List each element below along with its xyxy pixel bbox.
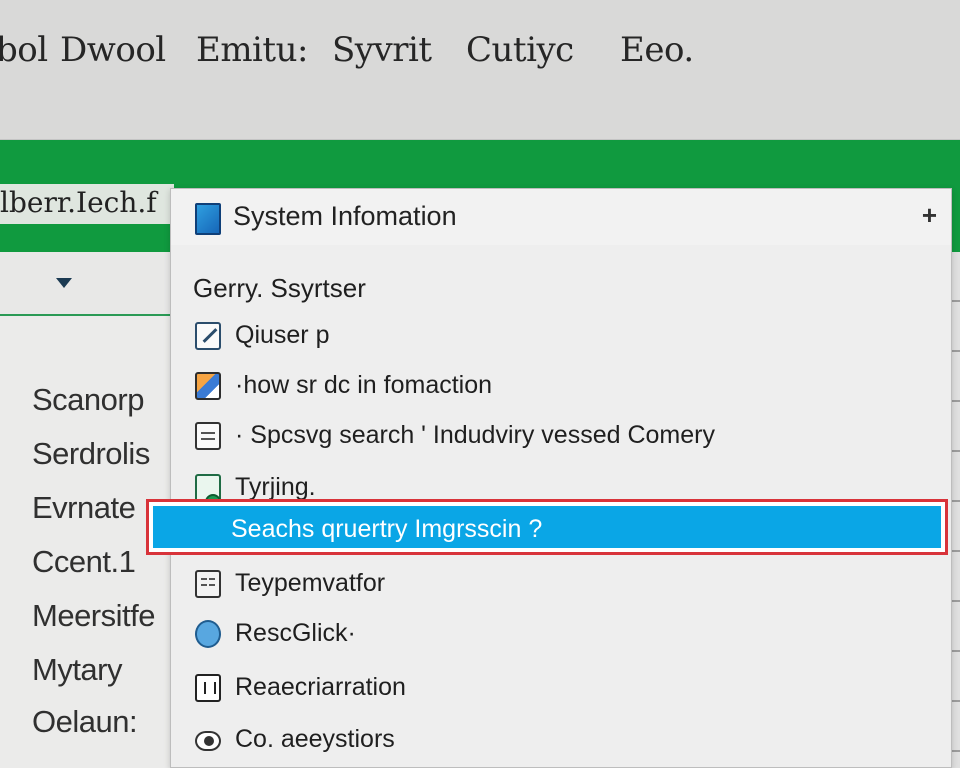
add-icon[interactable]: + — [922, 199, 937, 231]
highlighted-row-label: Seachs qruertry Imgrsscin ? — [231, 515, 543, 543]
menu-row[interactable]: Teypemvatfor — [171, 561, 951, 609]
frame-icon — [195, 674, 221, 702]
pen-icon — [195, 322, 221, 350]
window-title: lberr.Iech.f — [0, 184, 174, 224]
menu-bar: bol Dwool Emitu: Syvrit Cutiyc Eeo. — [0, 0, 960, 140]
eye-icon — [195, 731, 221, 751]
menu-row[interactable]: ·how sr dc in fomaction — [171, 363, 951, 411]
search-query-highlighted-row[interactable]: Seachs qruertry Imgrsscin ? — [146, 499, 948, 555]
menu-row[interactable]: RescGlick· — [171, 611, 951, 659]
system-information-dropdown: System Infomation + Gerry. Ssyrtser Qius… — [170, 188, 952, 768]
left-nav-item[interactable]: Ccent.1 — [32, 544, 136, 580]
menu-row-label: · Spcsvg search ' Indudviry vessed Comer… — [235, 421, 715, 449]
grid-icon — [195, 570, 221, 598]
left-nav-item[interactable]: Meersitfe — [32, 598, 155, 634]
menu-row-label: RescGlick· — [235, 619, 356, 647]
left-nav-item[interactable]: Serdrolis — [32, 436, 150, 472]
highlight-fill: Seachs qruertry Imgrsscin ? — [153, 506, 941, 548]
menu-item-2[interactable]: Dwool — [60, 30, 166, 70]
section-label: Gerry. Ssyrtser — [193, 273, 366, 303]
menu-row-label: ·how sr dc in fomaction — [235, 371, 493, 399]
dropdown-arrow-icon[interactable] — [56, 278, 72, 288]
menu-row-label: Co. aeeystiors — [235, 725, 395, 753]
left-nav-item[interactable]: Evrnate — [32, 490, 136, 526]
menu-item-4[interactable]: Syvrit — [332, 30, 432, 70]
menu-item-3[interactable]: Emitu: — [196, 30, 308, 70]
menu-row[interactable]: Co. aeeystiors — [171, 717, 951, 765]
panel-header: System Infomation + — [171, 189, 951, 245]
menu-row-label: Qiuser p — [235, 321, 330, 349]
menu-item-6[interactable]: Eeo. — [620, 30, 694, 70]
document-color-icon — [195, 372, 221, 400]
menu-row-label: Tyrjing. — [235, 473, 316, 501]
left-nav-item[interactable]: Oelaun: — [32, 704, 138, 740]
system-information-icon — [195, 203, 221, 235]
terminal-icon — [195, 474, 221, 510]
click-icon — [195, 620, 221, 648]
left-nav-item[interactable]: Mytary — [32, 652, 123, 688]
menu-item-1[interactable]: bol — [0, 30, 48, 70]
panel-title: System Infomation — [233, 201, 457, 231]
left-nav-item[interactable]: Scanorp — [32, 382, 144, 418]
menu-row-label: Teypemvatfor — [235, 569, 386, 597]
menu-row[interactable]: Reaecriarration — [171, 665, 951, 713]
menu-item-5[interactable]: Cutiyc — [466, 30, 574, 70]
menu-row[interactable]: · Spcsvg search ' Indudviry vessed Comer… — [171, 413, 951, 461]
list-document-icon — [195, 422, 221, 450]
menu-row-label: Reaecriarration — [235, 673, 406, 701]
left-toolbar — [0, 252, 172, 316]
section-label-row: Gerry. Ssyrtser — [171, 265, 951, 313]
menu-row[interactable]: Qiuser p — [171, 313, 951, 361]
